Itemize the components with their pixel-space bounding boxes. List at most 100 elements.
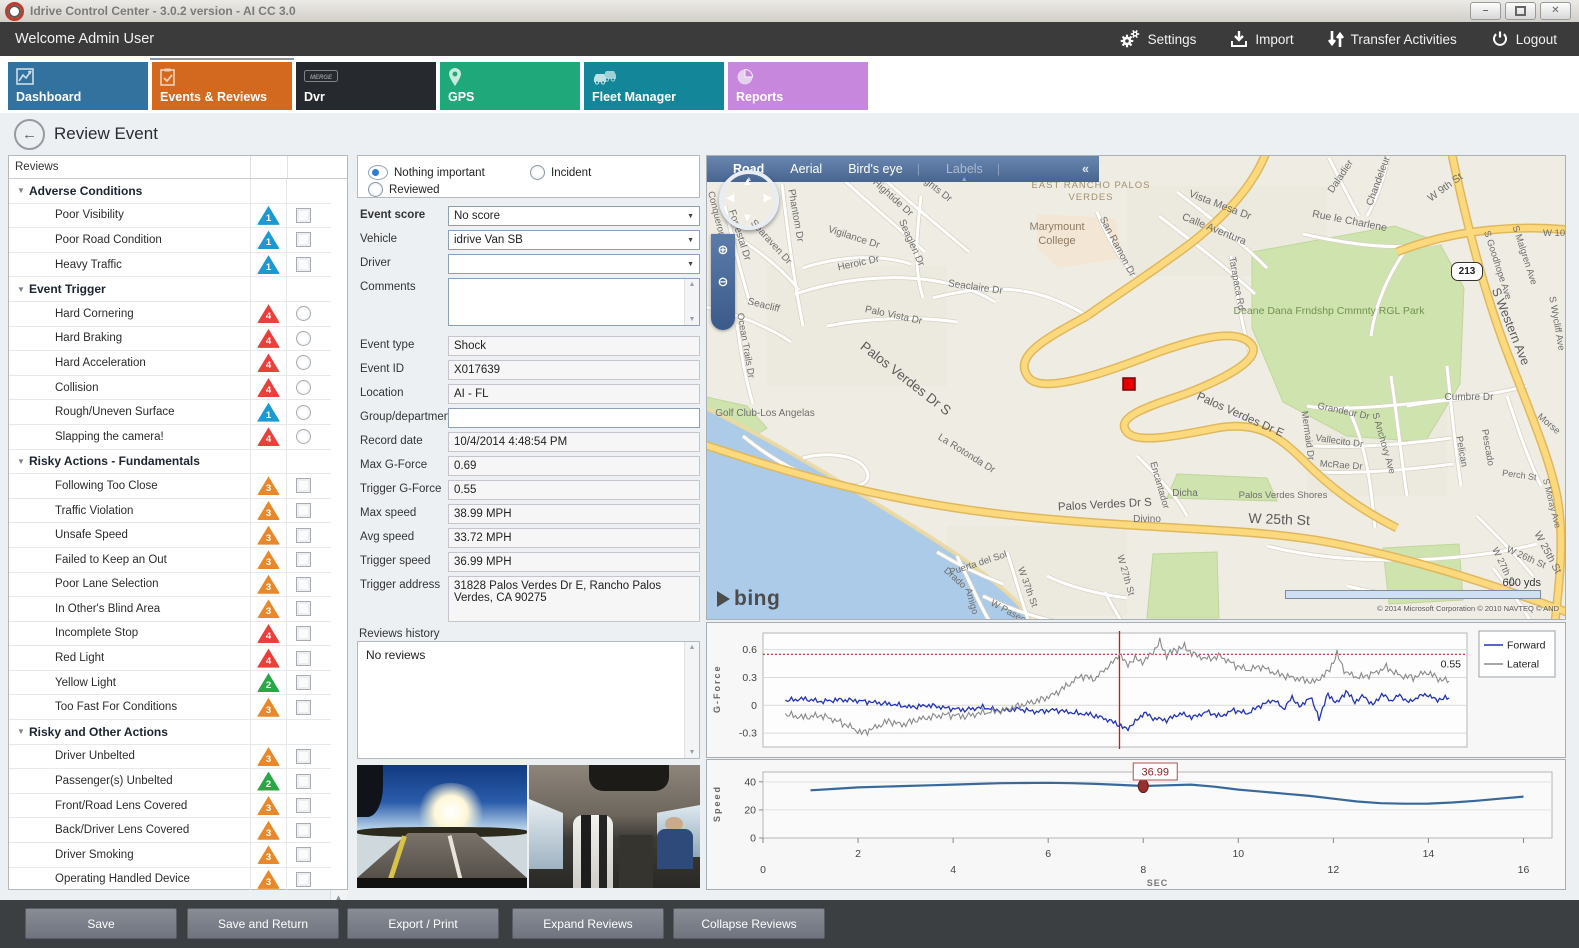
collapse-reviews-button[interactable]: Collapse Reviews [673, 908, 825, 939]
item-checkbox[interactable] [296, 675, 311, 690]
item-checkbox[interactable] [296, 700, 311, 715]
pan-left-icon[interactable]: ◀ [726, 191, 734, 204]
item-checkbox[interactable] [296, 847, 311, 862]
close-button[interactable]: ✕ [1540, 2, 1571, 20]
item-checkbox[interactable] [296, 577, 311, 592]
field-input[interactable] [448, 408, 700, 428]
maximize-button[interactable] [1505, 2, 1536, 20]
item-checkbox[interactable] [296, 478, 311, 493]
back-button[interactable]: ← [14, 119, 45, 150]
tab-reports[interactable]: Reports [728, 62, 868, 110]
item-checkbox[interactable] [296, 503, 311, 518]
zoom-in-icon[interactable]: ⊕ [711, 242, 735, 258]
tree-item-row[interactable]: Unsafe Speed3 [9, 523, 331, 548]
bing-logo[interactable]: bing [717, 587, 780, 611]
field-vehicle-select[interactable]: idrive Van SB▼ [448, 230, 700, 250]
item-checkbox[interactable] [296, 528, 311, 543]
tab-dvr[interactable]: MERGEDvr [296, 62, 436, 110]
tree-item-row[interactable]: Operating Handled Device3 [9, 868, 331, 890]
tree-item-row[interactable]: Collision4 [9, 376, 331, 401]
trigger-speed-marker[interactable] [1138, 780, 1148, 793]
item-radio[interactable] [296, 380, 311, 395]
expand-reviews-button[interactable]: Expand Reviews [512, 908, 664, 939]
map-view-bird-s-eye[interactable]: Bird's eye [848, 162, 903, 176]
tree-item-row[interactable]: Failed to Keep an Out3 [9, 548, 331, 573]
tab-gps[interactable]: GPS [440, 62, 580, 110]
item-radio[interactable] [296, 331, 311, 346]
zoom-out-icon[interactable]: ⊖ [711, 274, 735, 290]
tree-item-row[interactable]: Back/Driver Lens Covered3 [9, 818, 331, 843]
item-checkbox[interactable] [296, 749, 311, 764]
tree-item-row[interactable]: Hard Braking4 [9, 327, 331, 352]
item-checkbox[interactable] [296, 257, 311, 272]
save-and-return-button[interactable]: Save and Return [187, 908, 339, 939]
save-button[interactable]: Save [25, 908, 177, 939]
driver-cabin-camera[interactable] [529, 765, 700, 888]
radio-icon[interactable] [368, 182, 383, 197]
item-radio[interactable] [296, 429, 311, 444]
reviews-history-scrollbar[interactable] [684, 642, 699, 758]
bing-map[interactable]: EAST RANCHO PALOSVERDESMarymountCollegeS… [706, 155, 1566, 620]
tree-group-row[interactable]: ▼Risky Actions - Fundamentals [9, 450, 331, 475]
item-checkbox[interactable] [296, 823, 311, 838]
nav-import[interactable]: Import [1230, 30, 1293, 48]
nav-settings[interactable]: Settings [1119, 29, 1197, 49]
collapse-arrow-icon[interactable]: ▼ [13, 285, 29, 294]
item-checkbox[interactable] [296, 232, 311, 247]
status-option-reviewed[interactable]: Reviewed [368, 182, 440, 197]
item-checkbox[interactable] [296, 651, 311, 666]
tree-item-row[interactable]: In Other's Blind Area3 [9, 597, 331, 622]
collapse-arrow-icon[interactable]: ▼ [13, 186, 29, 195]
item-checkbox[interactable] [296, 774, 311, 789]
item-checkbox[interactable] [296, 798, 311, 813]
item-radio[interactable] [296, 355, 311, 370]
item-checkbox[interactable] [296, 208, 311, 223]
export-print-button[interactable]: Export / Print [347, 908, 499, 939]
tree-item-row[interactable]: Slapping the camera!4 [9, 425, 331, 450]
field-event-score-select[interactable]: No score▼ [448, 206, 700, 226]
tree-item-row[interactable]: Front/Road Lens Covered3 [9, 794, 331, 819]
tree-item-row[interactable]: Driver Smoking3 [9, 843, 331, 868]
tree-item-row[interactable]: Yellow Light2 [9, 671, 331, 696]
nav-logout[interactable]: Logout [1491, 30, 1557, 48]
minimize-button[interactable]: – [1470, 2, 1501, 20]
collapse-arrow-icon[interactable]: ▼ [13, 457, 29, 466]
tree-item-row[interactable]: Hard Cornering4 [9, 302, 331, 327]
collapse-arrow-icon[interactable]: ▼ [13, 727, 29, 736]
map-pan-control[interactable]: ▲ ▼ ◀ ▶ [719, 170, 779, 230]
field-driver-select[interactable]: ▼ [448, 254, 700, 274]
item-checkbox[interactable] [296, 872, 311, 887]
tab-dashboard[interactable]: Dashboard [8, 62, 148, 110]
tree-item-row[interactable]: Driver Unbelted3 [9, 745, 331, 770]
map-collapse-button[interactable]: « [1082, 162, 1089, 176]
status-option-nothing-important[interactable]: Nothing important [368, 165, 485, 180]
textarea-scrollbar[interactable] [684, 279, 699, 325]
nav-transfer-activities[interactable]: Transfer Activities [1328, 30, 1457, 48]
front-road-camera[interactable] [357, 765, 527, 888]
tree-group-row[interactable]: ▼Risky and Other Actions [9, 720, 331, 745]
item-radio[interactable] [296, 306, 311, 321]
item-checkbox[interactable] [296, 552, 311, 567]
tree-item-row[interactable]: Red Light4 [9, 646, 331, 671]
tab-events-reviews[interactable]: Events & Reviews [152, 62, 292, 110]
map-view-aerial[interactable]: Aerial [790, 162, 822, 176]
tree-item-row[interactable]: Passenger(s) Unbelted2 [9, 769, 331, 794]
comments-textarea[interactable] [448, 278, 700, 326]
item-radio[interactable] [296, 405, 311, 420]
item-checkbox[interactable] [296, 626, 311, 641]
tree-group-row[interactable]: ▼Adverse Conditions [9, 179, 331, 204]
pan-up-icon[interactable]: ▲ [742, 176, 753, 188]
tree-item-row[interactable]: Poor Road Condition1 [9, 228, 331, 253]
tree-item-row[interactable]: Following Too Close3 [9, 474, 331, 499]
tree-item-row[interactable]: Incomplete Stop4 [9, 622, 331, 647]
map-view-labels[interactable]: Labels [946, 162, 983, 176]
radio-icon[interactable] [368, 165, 388, 180]
tree-item-row[interactable]: Traffic Violation3 [9, 499, 331, 524]
tree-item-row[interactable]: Heavy Traffic1 [9, 253, 331, 278]
tree-item-row[interactable]: Hard Acceleration4 [9, 351, 331, 376]
tab-fleet-manager[interactable]: Fleet Manager [584, 62, 724, 110]
status-option-incident[interactable]: Incident [530, 165, 591, 180]
tree-item-row[interactable]: Poor Lane Selection3 [9, 573, 331, 598]
tree-group-row[interactable]: ▼Event Trigger [9, 277, 331, 302]
item-checkbox[interactable] [296, 601, 311, 616]
